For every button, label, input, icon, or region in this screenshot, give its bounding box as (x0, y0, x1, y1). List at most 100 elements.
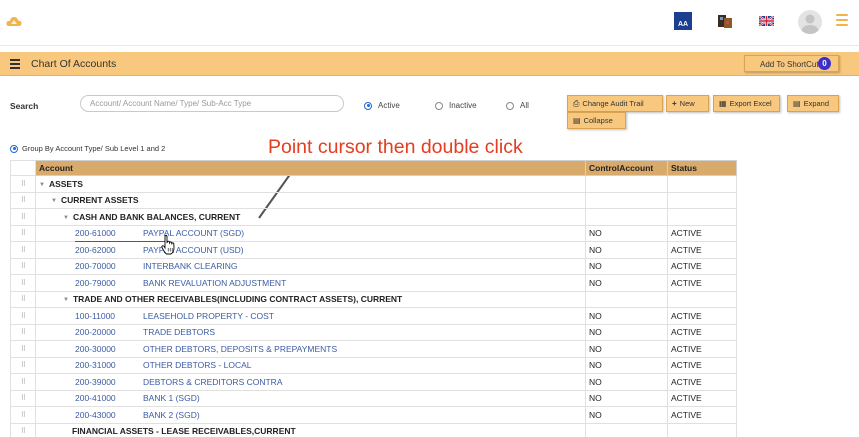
expand-caret-icon[interactable]: ▼ (63, 215, 69, 221)
account-cell: 200-43000 BANK 2 (SGD) (35, 406, 586, 424)
drag-handle-icon[interactable]: ⠿ (10, 191, 36, 209)
table-row[interactable]: ⠿ 200-62000 PAYPAL ACCOUNT (USD) NO ACTIVE (10, 241, 737, 259)
account-cell: 200-62000 PAYPAL ACCOUNT (USD) (35, 241, 586, 259)
font-size-icon[interactable]: AA (674, 12, 692, 30)
column-header-control-account[interactable]: ControlAccount (585, 160, 668, 176)
drag-handle-icon[interactable]: ⠿ (10, 323, 36, 341)
column-header-status[interactable]: Status (667, 160, 737, 176)
drag-handle-icon[interactable]: ⠿ (10, 422, 36, 437)
cloud-logo-icon[interactable] (6, 14, 22, 28)
add-to-shortcut-label: Add To ShortCut (760, 60, 819, 69)
account-code-link[interactable]: 200-61000 (75, 228, 143, 238)
table-row[interactable]: ⠿ 200-79000 BANK REVALUATION ADJUSTMENT NO A… (10, 274, 737, 292)
group-label: TRADE AND OTHER RECEIVABLES(INCLUDING CO… (72, 294, 403, 305)
account-code-link[interactable]: 200-30000 (75, 344, 143, 354)
table-row[interactable]: ⠿ 200-61000 PAYPAL ACCOUNT (SGD) NO ACTIVE (10, 224, 737, 242)
account-code-link[interactable]: 200-31000 (75, 360, 143, 370)
drag-handle-icon[interactable]: ⠿ (10, 257, 36, 275)
account-code-link[interactable]: 200-62000 (75, 245, 143, 255)
search-label: Search (10, 101, 39, 111)
account-code-link[interactable]: 200-43000 (75, 410, 143, 420)
page-title: Chart Of Accounts (31, 58, 117, 70)
account-cell: 200-79000 BANK REVALUATION ADJUSTMENT (35, 274, 586, 292)
account-name-link[interactable]: TRADE DEBTORS (143, 327, 215, 337)
user-avatar[interactable] (798, 10, 822, 34)
status-cell: ACTIVE (667, 323, 737, 341)
drag-handle-icon[interactable]: ⠿ (10, 406, 36, 424)
account-name-link[interactable]: OTHER DEBTORS - LOCAL (143, 360, 251, 370)
group-by-radio[interactable]: Group By Account Type/ Sub Level 1 and 2 (10, 144, 165, 153)
account-cell: 200-41000 BANK 1 (SGD) (35, 389, 586, 407)
drag-handle-icon[interactable]: ⠿ (10, 373, 36, 391)
account-code-link[interactable]: 100-11000 (75, 311, 143, 321)
account-code-link[interactable]: 200-70000 (75, 261, 143, 271)
sidebar-toggle-icon[interactable] (10, 59, 20, 69)
new-button[interactable]: + New (666, 95, 709, 112)
drag-handle-icon[interactable]: ⠿ (10, 389, 36, 407)
group-row[interactable]: ⠿ ▼ CASH AND BANK BALANCES, CURRENT (10, 208, 737, 226)
expand-caret-icon[interactable]: ▼ (51, 198, 57, 204)
change-audit-trail-button[interactable]: ⎙ Change Audit Trail (567, 95, 663, 112)
status-cell: ACTIVE (667, 340, 737, 358)
drag-handle-icon[interactable]: ⠿ (10, 224, 36, 242)
status-cell: ACTIVE (667, 241, 737, 259)
table-row[interactable]: ⠿ 200-20000 TRADE DEBTORS NO ACTIVE (10, 323, 737, 341)
drag-handle-icon[interactable]: ⠿ (10, 356, 36, 374)
table-row[interactable]: ⠿ 200-70000 INTERBANK CLEARING NO ACTIVE (10, 257, 737, 275)
group-row[interactable]: ⠿ ▼ ASSETS (10, 175, 737, 193)
table-row[interactable]: ⠿ 200-39000 DEBTORS & CREDITORS CONTRA NO AC… (10, 373, 737, 391)
account-name-link[interactable]: OTHER DEBTORS, DEPOSITS & PREPAYMENTS (143, 344, 337, 354)
drag-handle-icon[interactable]: ⠿ (10, 340, 36, 358)
filter-active-radio[interactable]: Active (364, 101, 400, 110)
account-name-link[interactable]: DEBTORS & CREDITORS CONTRA (143, 377, 282, 387)
hand-cursor-icon (161, 235, 175, 255)
main-menu-icon[interactable] (836, 14, 848, 26)
filter-inactive-radio[interactable]: Inactive (435, 101, 477, 110)
hover-underline (75, 241, 167, 242)
account-code-link[interactable]: 200-79000 (75, 278, 143, 288)
drag-handle-icon[interactable]: ⠿ (10, 208, 36, 226)
account-cell: 200-61000 PAYPAL ACCOUNT (SGD) (35, 224, 586, 242)
table-row[interactable]: ⠿ 200-30000 OTHER DEBTORS, DEPOSITS & PREP… (10, 340, 737, 358)
radio-unselected-icon (435, 101, 443, 110)
account-code-link[interactable]: 200-41000 (75, 393, 143, 403)
apps-icon[interactable] (716, 12, 734, 30)
table-row[interactable]: ⠿ 200-31000 OTHER DEBTORS - LOCAL NO ACTIVE (10, 356, 737, 374)
filter-all-radio[interactable]: All (506, 101, 529, 110)
control-account-cell (585, 191, 668, 209)
account-cell: 200-30000 OTHER DEBTORS, DEPOSITS & PREPA… (35, 340, 586, 358)
group-row[interactable]: ⠿ ▼ TRADE AND OTHER RECEIVABLES(INCLUDING … (10, 290, 737, 308)
group-row[interactable]: ⠿ ▼ CURRENT ASSETS (10, 191, 737, 209)
column-header-account[interactable]: Account (35, 160, 586, 176)
account-name-link[interactable]: LEASEHOLD PROPERTY - COST (143, 311, 274, 321)
account-name-link[interactable]: BANK 2 (SGD) (143, 410, 200, 420)
collapse-button[interactable]: ▤ Collapse (567, 112, 626, 129)
group-row[interactable]: ⠿ FINANCIAL ASSETS - LEASE RECEIVABLES,CU… (10, 422, 737, 437)
expand-button[interactable]: ▤ Expand (787, 95, 839, 112)
filter-inactive-label: Inactive (449, 101, 477, 110)
export-excel-button[interactable]: ▦ Export Excel (713, 95, 780, 112)
expand-caret-icon[interactable]: ▼ (39, 182, 45, 188)
status-cell (667, 208, 737, 226)
account-name-link[interactable]: INTERBANK CLEARING (143, 261, 237, 271)
drag-handle-icon[interactable]: ⠿ (10, 307, 36, 325)
drag-handle-icon[interactable]: ⠿ (10, 274, 36, 292)
expand-caret-icon[interactable]: ▼ (63, 297, 69, 303)
account-name-link[interactable]: PAYPAL ACCOUNT (USD) (143, 245, 244, 255)
drag-handle-icon[interactable]: ⠿ (10, 175, 36, 193)
account-name-link[interactable]: BANK REVALUATION ADJUSTMENT (143, 278, 286, 288)
control-account-cell (585, 175, 668, 193)
control-account-cell: NO (585, 406, 668, 424)
drag-handle-icon[interactable]: ⠿ (10, 241, 36, 259)
account-code-link[interactable]: 200-39000 (75, 377, 143, 387)
plus-icon: + (672, 99, 677, 108)
account-name-link[interactable]: BANK 1 (SGD) (143, 393, 200, 403)
table-row[interactable]: ⠿ 200-41000 BANK 1 (SGD) NO ACTIVE (10, 389, 737, 407)
drag-handle-icon[interactable]: ⠿ (10, 290, 36, 308)
account-name-link[interactable]: PAYPAL ACCOUNT (SGD) (143, 228, 244, 238)
account-code-link[interactable]: 200-20000 (75, 327, 143, 337)
uk-flag-icon[interactable] (759, 16, 774, 26)
table-row[interactable]: ⠿ 100-11000 LEASEHOLD PROPERTY - COST NO ACT… (10, 307, 737, 325)
table-row[interactable]: ⠿ 200-43000 BANK 2 (SGD) NO ACTIVE (10, 406, 737, 424)
search-input[interactable] (80, 95, 344, 112)
